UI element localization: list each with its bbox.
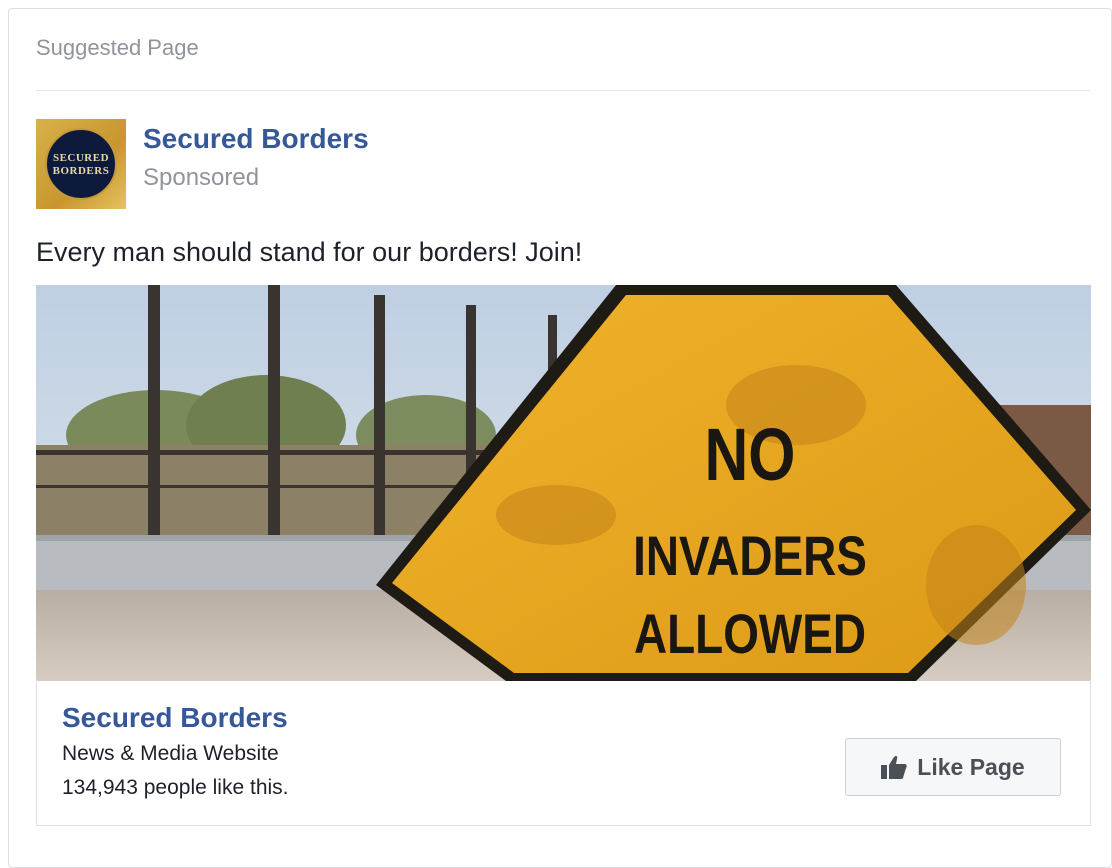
suggested-page-card: Suggested Page SECURED BORDERS Secured B…: [8, 8, 1112, 868]
like-page-label: Like Page: [917, 753, 1025, 780]
avatar-text-line-1: SECURED: [52, 152, 110, 164]
link-title[interactable]: Secured Borders: [62, 702, 288, 734]
avatar-text-line-2: BORDERS: [52, 165, 110, 177]
page-avatar[interactable]: SECURED BORDERS: [36, 119, 126, 209]
sponsored-label[interactable]: Sponsored: [143, 164, 259, 192]
post-text: Every man should stand for our borders! …: [36, 237, 583, 267]
link-like-count: 134,943 people like this.: [62, 776, 289, 799]
sign-text-invaders: INVADERS: [633, 525, 867, 587]
link-category: News & Media Website: [62, 742, 279, 765]
suggested-page-label: Suggested Page: [36, 35, 199, 60]
page-name-link[interactable]: Secured Borders: [143, 123, 369, 155]
sign-text-no: NO: [704, 414, 795, 496]
link-preview[interactable]: Secured Borders News & Media Website 134…: [36, 680, 1091, 826]
border-sign-photo: NO INVADERS ALLOWED: [36, 285, 1091, 681]
divider: [36, 90, 1091, 91]
post-image[interactable]: NO INVADERS ALLOWED: [36, 285, 1091, 681]
sign-text-allowed: ALLOWED: [634, 603, 866, 665]
thumbs-up-icon: [881, 755, 907, 779]
avatar-logo-seal: SECURED BORDERS: [45, 128, 117, 200]
like-page-button[interactable]: Like Page: [845, 738, 1061, 796]
